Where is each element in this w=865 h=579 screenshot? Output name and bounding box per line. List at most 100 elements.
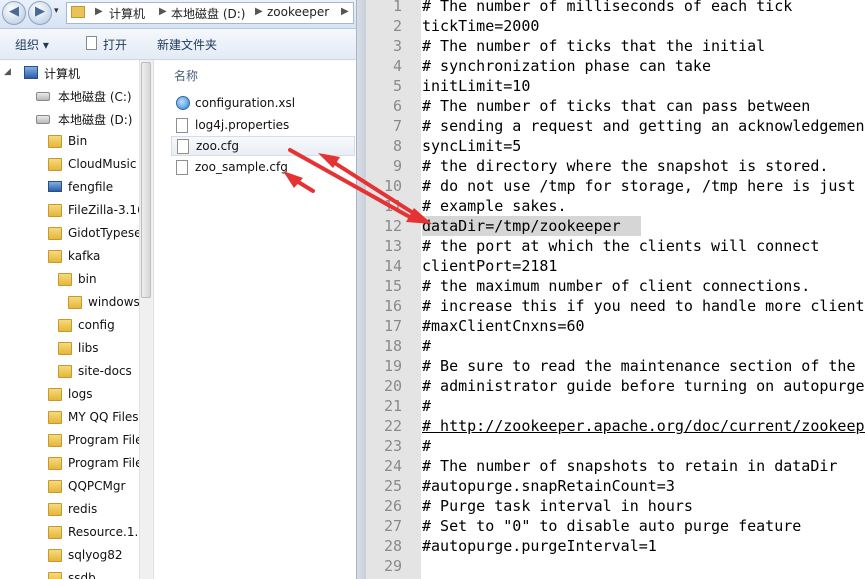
tree-item-label: FileZilla-3.16: [68, 203, 145, 217]
file-item-log4j-properties[interactable]: log4j.properties: [171, 116, 355, 136]
line-number: 23: [383, 437, 402, 455]
tree-item-label: bin: [78, 272, 97, 286]
expand-arrow-icon[interactable]: ◢: [4, 67, 11, 77]
line-number: 21: [383, 397, 402, 415]
file-icon: [176, 160, 188, 175]
tree-item-label: 本地磁盘 (D:): [58, 113, 133, 127]
code-line[interactable]: # example sakes.: [422, 196, 567, 216]
file-icon: [177, 139, 189, 154]
folder-icon: [48, 572, 62, 579]
line-number: 20: [383, 377, 402, 395]
tree-item-label: CloudMusic: [68, 157, 137, 171]
tree-item-label: sqlyog82: [68, 548, 123, 562]
line-number: 22: [383, 417, 402, 435]
code-line[interactable]: # The number of ticks that can pass betw…: [422, 96, 810, 116]
code-line[interactable]: # increase this if you need to handle mo…: [422, 296, 865, 316]
file-name: zoo_sample.cfg: [195, 160, 288, 174]
file-item-zoo-sample-cfg[interactable]: zoo_sample.cfg: [171, 158, 355, 178]
breadcrumb-separator-icon[interactable]: ▶: [95, 6, 103, 17]
tree-item-label: windows: [88, 295, 140, 309]
code-line[interactable]: # Purge task interval in hours: [422, 496, 693, 516]
code-line[interactable]: initLimit=10: [422, 76, 530, 96]
tree-scrollbar-thumb[interactable]: [141, 62, 151, 298]
code-line[interactable]: # the maximum number of client connectio…: [422, 276, 810, 296]
tree-item-label: logs: [68, 387, 93, 401]
tree-item-label: ssdb: [68, 571, 96, 579]
address-bar: ◀ ▶ ▾ ▶ 计算机 ▶ 本地磁盘 (D:) ▶ zookeeper ▶: [0, 0, 356, 29]
code-line[interactable]: #: [422, 336, 431, 356]
line-number: 25: [383, 477, 402, 495]
new-folder-button[interactable]: 新建文件夹: [157, 36, 217, 53]
folder-icon: [48, 549, 62, 562]
tree-item-label: Bin: [68, 134, 88, 148]
file-item-configuration-xsl[interactable]: configuration.xsl: [171, 94, 355, 114]
code-line[interactable]: # Be sure to read the maintenance sectio…: [422, 356, 855, 376]
code-line[interactable]: #: [422, 436, 431, 456]
code-line[interactable]: #: [422, 396, 431, 416]
forward-arrow-icon: ▶: [35, 4, 45, 19]
tree-item-label: fengfile: [68, 180, 114, 194]
line-number: 15: [383, 277, 402, 295]
code-line[interactable]: # http://zookeeper.apache.org/doc/curren…: [422, 416, 865, 436]
folder-icon: [48, 250, 62, 263]
code-line[interactable]: clientPort=2181: [422, 256, 557, 276]
line-number: 27: [383, 517, 402, 535]
tree-item-label: libs: [78, 341, 99, 355]
folder-icon: [48, 503, 62, 516]
code-line[interactable]: #autopurge.purgeInterval=1: [422, 536, 657, 556]
folder-icon: [58, 365, 72, 378]
tree-item-label: 计算机: [44, 67, 81, 81]
file-item-zoo-cfg[interactable]: zoo.cfg: [171, 136, 355, 156]
line-number: 19: [383, 357, 402, 375]
code-line[interactable]: syncLimit=5: [422, 136, 521, 156]
forward-button[interactable]: ▶: [28, 1, 52, 25]
code-line[interactable]: tickTime=2000: [422, 16, 539, 36]
tree-item-label: Program File: [68, 456, 143, 470]
breadcrumb-drive[interactable]: 本地磁盘 (D:): [171, 5, 245, 22]
code-line[interactable]: # administrator guide before turning on …: [422, 376, 865, 396]
breadcrumb-separator-icon[interactable]: ▶: [341, 6, 349, 17]
name-column-header[interactable]: 名称: [174, 67, 198, 84]
breadcrumb-separator-icon[interactable]: ▶: [255, 6, 263, 17]
drive-icon: [36, 92, 50, 101]
breadcrumb-separator-icon[interactable]: ▶: [159, 6, 167, 17]
breadcrumb-computer[interactable]: 计算机: [109, 5, 145, 22]
tree-item-label: GidotTypese: [68, 226, 142, 240]
code-line[interactable]: # The number of snapshots to retain in d…: [422, 456, 837, 476]
computer-icon: [24, 66, 38, 79]
open-button[interactable]: 打开: [103, 36, 127, 53]
code-line[interactable]: #maxClientCnxns=60: [422, 316, 585, 336]
back-button[interactable]: ◀: [2, 1, 26, 25]
code-line[interactable]: # The number of milliseconds of each tic…: [422, 0, 792, 16]
app-folder-icon: [48, 181, 62, 192]
code-line[interactable]: # The number of ticks that the initial: [422, 36, 765, 56]
address-field[interactable]: ▶ 计算机 ▶ 本地磁盘 (D:) ▶ zookeeper ▶: [66, 2, 354, 24]
breadcrumb-folder[interactable]: zookeeper: [267, 5, 329, 19]
code-line[interactable]: dataDir=/tmp/zookeeper: [422, 216, 621, 236]
tree-item-label: site-docs: [78, 364, 132, 378]
folder-icon: [58, 319, 72, 332]
tree-item-label: kafka: [68, 249, 101, 263]
folder-icon: [48, 135, 62, 148]
line-number: 8: [392, 137, 402, 155]
code-line[interactable]: # Set to "0" to disable auto purge featu…: [422, 516, 801, 536]
line-number: 6: [392, 97, 402, 115]
line-number: 4: [392, 57, 402, 75]
code-line[interactable]: # the port at which the clients will con…: [422, 236, 819, 256]
folder-icon: [48, 204, 62, 217]
folder-icon: [48, 411, 62, 424]
text-editor[interactable]: 1 2 3 4 5 6 7 8 9 10 11 12 13 14 15 16 17 18 19 20 21 22 23 24 2…: [366, 0, 865, 579]
tree-item-label: 本地磁盘 (C:): [58, 90, 132, 104]
organize-button[interactable]: 组织 ▾: [15, 36, 49, 53]
folder-icon: [48, 480, 62, 493]
code-line[interactable]: # sending a request and getting an ackno…: [422, 116, 865, 136]
code-line[interactable]: # do not use /tmp for storage, /tmp here…: [422, 176, 855, 196]
code-line[interactable]: # the directory where the snapshot is st…: [422, 156, 828, 176]
open-icon: [86, 36, 97, 50]
line-number: 13: [383, 237, 402, 255]
line-number: 7: [392, 117, 402, 135]
code-line[interactable]: # synchronization phase can take: [422, 56, 711, 76]
code-line[interactable]: #autopurge.snapRetainCount=3: [422, 476, 675, 496]
line-number: 3: [392, 37, 402, 55]
history-dropdown-icon[interactable]: ▾: [54, 6, 59, 16]
